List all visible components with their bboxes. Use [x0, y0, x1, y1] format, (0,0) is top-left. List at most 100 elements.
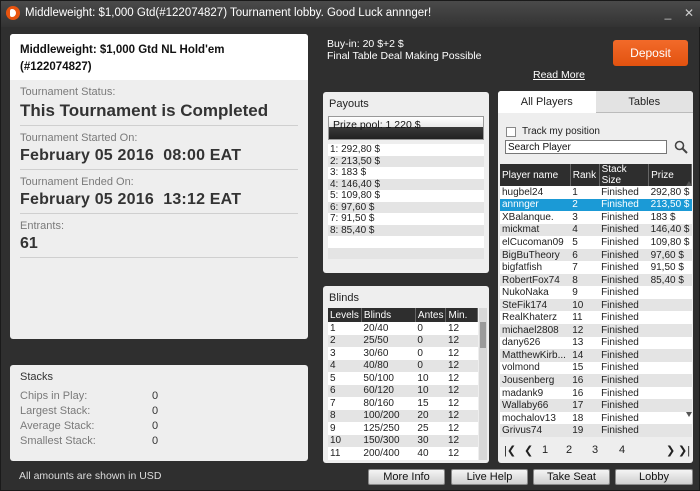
- player-row[interactable]: annnger 2 Finished 213,50 $: [500, 198, 692, 212]
- player-name: dany626: [500, 336, 571, 350]
- blinds-scroll-thumb[interactable]: [480, 322, 486, 348]
- blind-values: 200/400: [361, 447, 416, 460]
- player-row[interactable]: BigBuTheory 6 Finished 97,60 $: [500, 248, 692, 262]
- blind-ante: 10: [415, 372, 446, 385]
- player-row[interactable]: bigfatfish 7 Finished 91,50 $: [500, 261, 692, 274]
- blind-values: 125/250: [361, 422, 416, 435]
- blinds-header-blinds[interactable]: Blinds: [361, 308, 416, 322]
- deposit-button[interactable]: Deposit: [613, 40, 688, 66]
- ended-field: Tournament Ended On: February 05 2016 13…: [20, 170, 298, 214]
- pager-page-1[interactable]: 1: [542, 444, 548, 456]
- blinds-panel: Blinds Levels Blinds Antes Min. 1 20/40 0 1…: [323, 286, 489, 463]
- read-more-link[interactable]: Read More: [533, 69, 585, 81]
- player-stack: Finished: [599, 349, 649, 362]
- player-row[interactable]: SteFik174 10 Finished: [500, 298, 692, 312]
- blind-level: 1: [328, 322, 362, 335]
- lobby-button[interactable]: Lobby: [615, 469, 693, 485]
- stack-label: Chips in Play:: [20, 390, 88, 402]
- player-row[interactable]: MatthewKirb... 14 Finished: [500, 349, 692, 362]
- pager-page-2[interactable]: 2: [566, 444, 572, 456]
- track-position[interactable]: Track my position: [506, 126, 600, 137]
- tournament-info-panel: Middleweight: $1,000 Gtd NL Hold'em (#12…: [10, 34, 308, 339]
- player-row[interactable]: hugbel24 1 Finished 292,80 $: [500, 186, 692, 199]
- player-row[interactable]: Grivus74 19 Finished: [500, 424, 692, 437]
- player-row[interactable]: mochalov13 18 Finished: [500, 411, 692, 425]
- take-seat-button[interactable]: Take Seat: [533, 469, 610, 485]
- live-help-button[interactable]: Live Help: [451, 469, 528, 485]
- player-row[interactable]: NukoNaka 9 Finished: [500, 286, 692, 299]
- player-name: BigBuTheory: [500, 248, 571, 262]
- player-row[interactable]: michael2808 12 Finished: [500, 324, 692, 337]
- search-icon[interactable]: [674, 140, 688, 154]
- blinds-header-antes[interactable]: Antes: [415, 308, 447, 322]
- player-row[interactable]: XBalanque. 3 Finished 183 $: [500, 211, 692, 224]
- app-logo-icon: [6, 6, 20, 20]
- blind-values: 20/40: [361, 322, 416, 335]
- more-info-button[interactable]: More Info: [368, 469, 445, 485]
- blinds-row: 2 25/50 0 12: [328, 334, 478, 347]
- pager-page-4[interactable]: 4: [619, 444, 625, 456]
- player-row[interactable]: madank9 16 Finished: [500, 386, 692, 400]
- tournament-name: Middleweight: $1,000 Gtd NL Hold'em: [20, 44, 225, 56]
- player-rank: 12: [570, 324, 600, 337]
- player-stack: Finished: [599, 198, 649, 212]
- player-rank: 9: [570, 286, 600, 299]
- players-header-rank[interactable]: Rank: [570, 164, 600, 186]
- started-field: Tournament Started On: February 05 2016 …: [20, 126, 298, 170]
- player-search-input[interactable]: [505, 140, 667, 154]
- window-title: Middleweight: $1,000 Gtd(#122074827) Tou…: [25, 7, 432, 19]
- player-row[interactable]: RobertFox74 8 Finished 85,40 $: [500, 273, 692, 287]
- blinds-header-levels[interactable]: Levels: [328, 308, 362, 322]
- blind-minutes: 12: [445, 359, 478, 372]
- player-rank: 8: [570, 273, 600, 287]
- currency-footnote: All amounts are shown in USD: [19, 470, 162, 482]
- pager-prev-button[interactable]: ❮: [524, 444, 533, 457]
- player-row[interactable]: Wallaby66 17 Finished: [500, 399, 692, 412]
- close-button[interactable]: ✕: [681, 5, 697, 21]
- blinds-header-min[interactable]: Min.: [445, 308, 478, 322]
- players-scrollbar[interactable]: [686, 179, 692, 419]
- pager-page-3[interactable]: 3: [592, 444, 598, 456]
- player-row[interactable]: RealKhaterz 11 Finished: [500, 311, 692, 325]
- player-rank: 1: [570, 186, 600, 199]
- players-pager: |❮ ❮ 1 2 3 4 ❯ ❯|: [502, 444, 690, 458]
- blind-values: 50/100: [361, 372, 416, 385]
- pager-next-button[interactable]: ❯: [666, 444, 675, 457]
- player-stack: Finished: [599, 236, 649, 249]
- player-row[interactable]: elCucoman09 5 Finished 109,80 $: [500, 236, 692, 249]
- blind-ante: 30: [415, 434, 446, 447]
- blind-minutes: 12: [445, 322, 478, 335]
- player-row[interactable]: dany626 13 Finished: [500, 336, 692, 350]
- player-row[interactable]: Jousenberg 16 Finished: [500, 374, 692, 387]
- player-stack: Finished: [599, 411, 649, 425]
- blind-level: 10: [328, 434, 362, 447]
- tab-all-players[interactable]: All Players: [498, 91, 596, 113]
- payout-list: 1: 292,80 $2: 213,50 $3: 183 $4: 146,40 …: [328, 144, 484, 259]
- pager-first-button[interactable]: |❮: [504, 444, 516, 457]
- blind-ante: 0: [415, 347, 446, 360]
- players-panel: All Players Tables Track my position Pla…: [498, 91, 693, 463]
- buyin-text: Buy-in: 20 $+2 $: [327, 38, 404, 50]
- blind-minutes: 12: [445, 347, 478, 360]
- deal-text: Final Table Deal Making Possible: [327, 50, 482, 62]
- pager-last-button[interactable]: ❯|: [678, 444, 690, 457]
- blind-level: 11: [328, 447, 362, 460]
- title-bar[interactable]: Middleweight: $1,000 Gtd(#122074827) Tou…: [1, 1, 700, 27]
- stack-value: 0: [152, 390, 159, 402]
- player-stack: Finished: [599, 261, 649, 274]
- payout-item: 2: 213,50 $: [328, 155, 484, 167]
- payout-item: 3: 183 $: [328, 167, 484, 179]
- player-row[interactable]: mickmat 4 Finished 146,40 $: [500, 223, 692, 237]
- player-rank: 16: [570, 386, 600, 400]
- tab-tables[interactable]: Tables: [595, 91, 693, 113]
- stacks-panel: Stacks Chips in Play: 0 Largest Stack: 0 A…: [10, 365, 308, 461]
- track-position-checkbox[interactable]: [506, 126, 516, 137]
- players-header-stack[interactable]: Stack Size: [599, 164, 650, 186]
- blind-ante: 40: [415, 447, 446, 460]
- player-rank: 16: [570, 374, 600, 387]
- player-rank: 7: [570, 261, 600, 274]
- minimize-button[interactable]: _: [660, 5, 676, 21]
- players-header-name[interactable]: Player name: [500, 164, 571, 186]
- blinds-scrollbar[interactable]: [479, 308, 487, 460]
- player-row[interactable]: volmond 15 Finished: [500, 361, 692, 375]
